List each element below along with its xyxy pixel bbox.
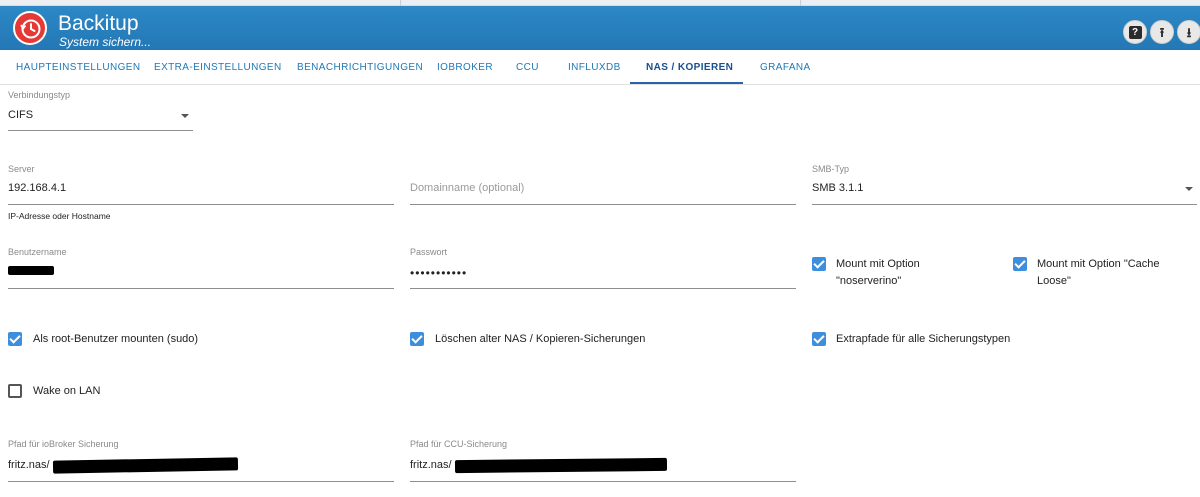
help-button[interactable]: ?	[1123, 20, 1147, 44]
extra-paths-label: Extrapfade für alle Sicherungstypen	[836, 333, 1011, 345]
app-subtitle: System sichern...	[59, 35, 152, 49]
cache-loose-label: Mount mit Option "Cache Loose"	[1037, 256, 1160, 290]
smb-type-underline	[812, 204, 1197, 205]
ccu-path-redacted	[454, 457, 668, 474]
tab-extra-einstellungen[interactable]: EXTRA-EINSTELLUNGEN	[154, 50, 282, 85]
tab-ccu[interactable]: CCU	[516, 50, 539, 85]
download-icon: ⭳	[1186, 24, 1192, 40]
sudo-checkbox[interactable]	[8, 332, 22, 346]
username-redacted[interactable]	[8, 266, 54, 275]
tab-benachrichtigungen[interactable]: BENACHRICHTIGUNGEN	[297, 50, 423, 85]
password-underline	[410, 288, 796, 289]
tab-haupteinstellungen[interactable]: HAUPTEINSTELLUNGEN	[16, 50, 140, 85]
ccu-path-input[interactable]: fritz.nas/	[410, 459, 452, 471]
smb-type-select[interactable]: SMB 3.1.1	[812, 182, 863, 194]
app-header: Backitup System sichern... ? ⭱ ⭳	[0, 6, 1200, 50]
connection-type-underline	[8, 130, 193, 131]
backitup-logo-icon	[13, 11, 47, 45]
ccu-path-label: Pfad für CCU-Sicherung	[410, 439, 508, 449]
tab-grafana[interactable]: GRAFANA	[760, 50, 811, 85]
upload-button[interactable]: ⭱	[1150, 20, 1174, 44]
chevron-down-icon[interactable]	[181, 114, 189, 118]
username-underline	[8, 288, 394, 289]
cache-loose-label-line1: Mount mit Option "Cache	[1037, 258, 1160, 270]
iobroker-path-label: Pfad für ioBroker Sicherung	[8, 439, 119, 449]
cache-loose-label-line2: Loose"	[1037, 275, 1071, 287]
iobroker-path-redacted	[52, 457, 239, 474]
noserverino-label-line1: Mount mit Option	[836, 258, 920, 270]
chevron-down-icon[interactable]	[1185, 187, 1193, 191]
server-underline	[8, 204, 394, 205]
password-label: Passwort	[410, 247, 448, 257]
noserverino-checkbox[interactable]	[812, 257, 826, 271]
delete-old-checkbox[interactable]	[410, 332, 424, 346]
server-help-text: IP-Adresse oder Hostname	[8, 211, 111, 221]
sudo-label: Als root-Benutzer mounten (sudo)	[33, 333, 199, 345]
iobroker-path-underline	[8, 481, 394, 482]
ccu-path-underline	[410, 481, 796, 482]
server-input[interactable]: 192.168.4.1	[8, 182, 66, 194]
username-label: Benutzername	[8, 247, 67, 257]
tab-iobroker[interactable]: IOBROKER	[437, 50, 493, 85]
active-tab-indicator	[630, 82, 743, 84]
noserverino-label: Mount mit Option "noserverino"	[836, 256, 920, 290]
domain-underline	[410, 204, 796, 205]
upload-icon: ⭱	[1159, 24, 1165, 40]
tab-nas-kopieren[interactable]: NAS / KOPIEREN	[646, 50, 733, 85]
question-icon: ?	[1128, 25, 1142, 39]
app-title: Backitup	[58, 12, 139, 35]
password-input[interactable]: •••••••••••	[410, 266, 467, 280]
cache-loose-checkbox[interactable]	[1013, 257, 1027, 271]
domain-input[interactable]: Domainname (optional)	[410, 182, 524, 194]
delete-old-label: Löschen alter NAS / Kopieren-Sicherungen	[435, 333, 646, 345]
tab-influxdb[interactable]: INFLUXDB	[568, 50, 621, 85]
download-button[interactable]: ⭳	[1177, 20, 1200, 44]
wol-checkbox[interactable]	[8, 384, 22, 398]
extra-paths-checkbox[interactable]	[812, 332, 826, 346]
connection-type-label: Verbindungstyp	[8, 90, 71, 100]
noserverino-label-line2: "noserverino"	[836, 275, 902, 287]
wol-label: Wake on LAN	[33, 385, 101, 397]
tab-bar: HAUPTEINSTELLUNGEN EXTRA-EINSTELLUNGEN B…	[0, 50, 1200, 85]
iobroker-path-input[interactable]: fritz.nas/	[8, 459, 50, 471]
connection-type-select[interactable]: CIFS	[8, 109, 33, 121]
server-label: Server	[8, 164, 35, 174]
smb-type-label: SMB-Typ	[812, 164, 850, 174]
